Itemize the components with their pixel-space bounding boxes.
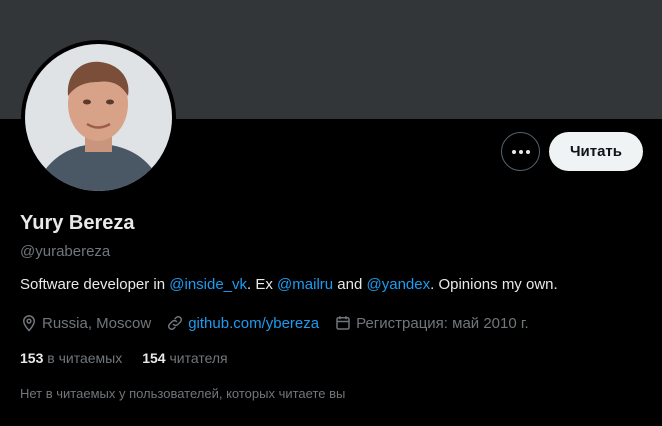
- mention-link-mailru[interactable]: @mailru: [277, 276, 333, 293]
- more-options-button[interactable]: [501, 132, 540, 171]
- bio-text-mid-2: and: [333, 276, 367, 293]
- location-text: Russia, Moscow: [42, 314, 152, 332]
- following-label: в читаемых: [47, 350, 123, 366]
- profile-stats: 153 в читаемых 154 читателя: [20, 350, 248, 366]
- link-icon: [168, 315, 183, 331]
- more-dots-icon: [511, 149, 530, 154]
- location-pin-icon: [22, 315, 36, 332]
- profile-name: Yury Bereza: [20, 212, 135, 234]
- calendar-icon: [336, 316, 350, 330]
- followers-count: 154: [142, 350, 166, 366]
- profile-handle: @yurabereza: [20, 243, 111, 260]
- followers-you-know-note: Нет в читаемых у пользователей, которых …: [20, 386, 346, 401]
- profile-meta: Russia, Moscow github.com/ybereza Регист…: [20, 313, 544, 333]
- website-link[interactable]: github.com/ybereza: [188, 315, 319, 332]
- bio-text-suffix: . Opinions my own.: [430, 276, 558, 293]
- followers-stat[interactable]: 154 читателя: [142, 350, 227, 366]
- avatar[interactable]: [21, 40, 176, 195]
- profile-location: Russia, Moscow: [20, 314, 151, 332]
- joined-text: Регистрация: май 2010 г.: [356, 314, 529, 332]
- followers-label: читателя: [169, 350, 228, 366]
- mention-link-inside-vk[interactable]: @inside_vk: [169, 276, 247, 293]
- profile-website[interactable]: github.com/ybereza: [166, 314, 319, 332]
- follow-button[interactable]: Читать: [549, 132, 643, 171]
- profile-joined: Регистрация: май 2010 г.: [334, 314, 529, 332]
- avatar-photo: [25, 44, 172, 191]
- mention-link-yandex[interactable]: @yandex: [367, 276, 431, 293]
- following-count: 153: [20, 350, 44, 366]
- bio-text-prefix: Software developer in: [20, 276, 170, 293]
- bio-text-mid-1: . Ex: [247, 276, 278, 293]
- profile-bio: Software developer in @inside_vk. Ex @ma…: [20, 276, 558, 293]
- following-stat[interactable]: 153 в читаемых: [20, 350, 122, 366]
